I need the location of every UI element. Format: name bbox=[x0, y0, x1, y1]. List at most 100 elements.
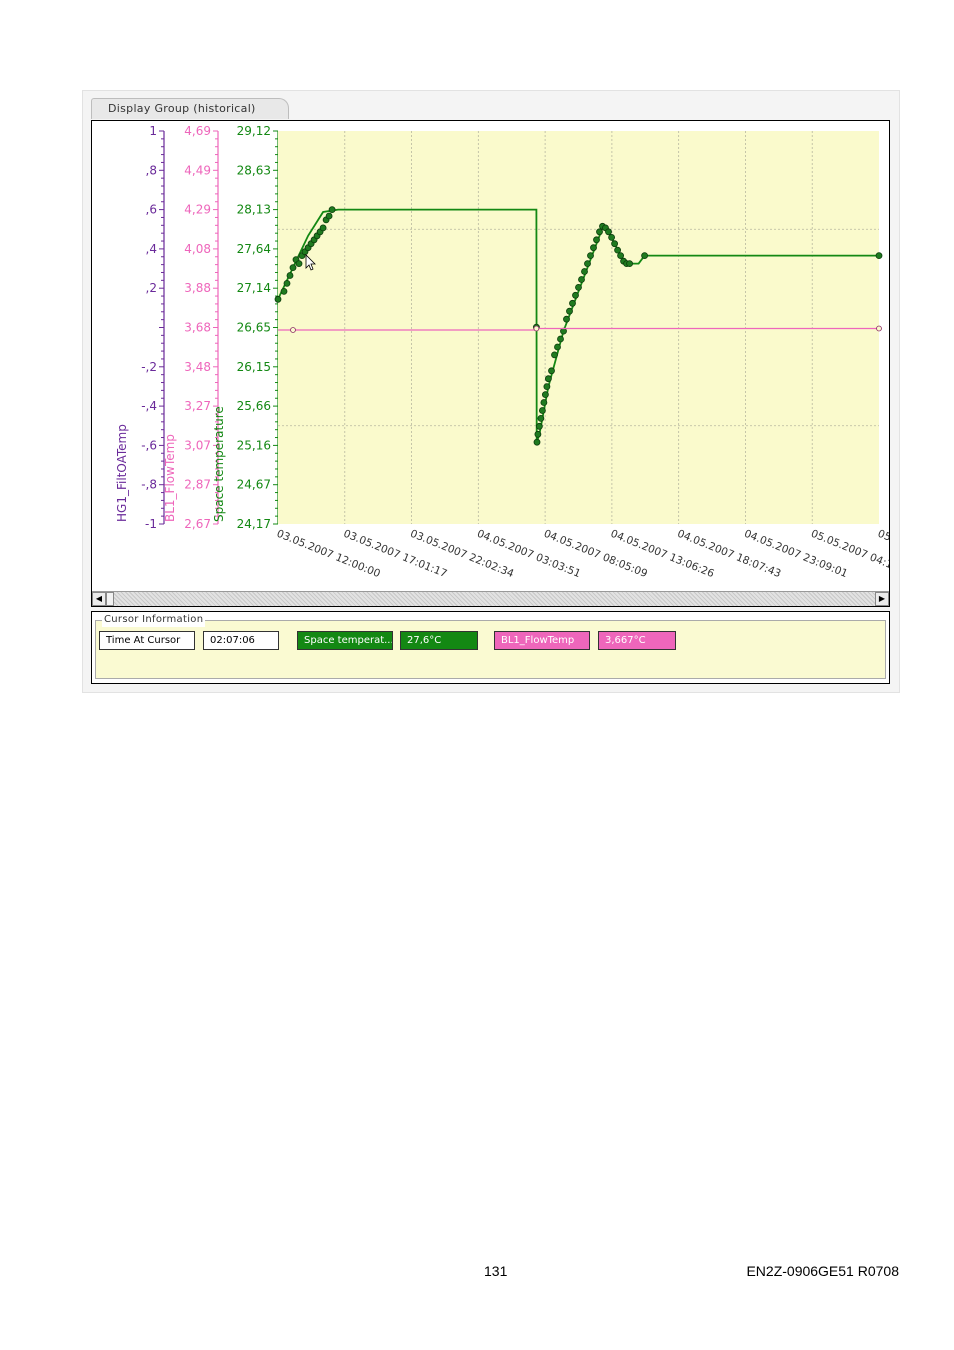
y-axis-tick-label: 1 bbox=[149, 124, 157, 138]
series1-value-box: 27,6°C bbox=[400, 631, 478, 650]
series-point bbox=[280, 287, 288, 295]
series-point bbox=[614, 246, 621, 254]
series-point bbox=[283, 279, 291, 287]
series-point bbox=[578, 276, 585, 283]
series-point bbox=[566, 307, 573, 315]
series-point bbox=[535, 422, 543, 430]
y-axis-label: Space temperature bbox=[212, 406, 226, 522]
y-axis-tick-label: ,8 bbox=[146, 163, 157, 177]
display-group-window: Display Group (historical) 1 ,8 ,6 ,4 ,2 -,2 -… bbox=[82, 90, 900, 693]
series-point bbox=[544, 375, 552, 383]
series-point bbox=[581, 268, 588, 275]
y-axis-tick-label: -,8 bbox=[141, 478, 157, 492]
series-point bbox=[554, 343, 561, 351]
page-number: 131 bbox=[484, 1263, 508, 1279]
series-point bbox=[875, 252, 883, 260]
series-point bbox=[538, 407, 546, 414]
series-point bbox=[533, 438, 541, 446]
series-point bbox=[876, 325, 882, 332]
series-point bbox=[533, 325, 540, 332]
series-point bbox=[551, 351, 558, 359]
scroll-right-button[interactable]: ▶ bbox=[875, 592, 889, 606]
tab-display-group[interactable]: Display Group (historical) bbox=[91, 98, 289, 119]
series-point bbox=[328, 206, 336, 213]
y-axis-label: BL1_FlowTemp bbox=[163, 434, 177, 522]
series-point bbox=[543, 383, 551, 391]
series-point bbox=[617, 252, 624, 260]
cursor-information-group: Cursor Information Time At Cursor 02:07:… bbox=[95, 613, 886, 679]
y-axis-tick-label: 2,87 bbox=[184, 478, 211, 492]
document-id: EN2Z-0906GE51 R0708 bbox=[746, 1263, 899, 1279]
series-point bbox=[572, 291, 579, 299]
series-point bbox=[605, 228, 612, 236]
y-axis-tick-label: 27,64 bbox=[237, 242, 271, 256]
series-point bbox=[274, 295, 282, 303]
series-point bbox=[290, 327, 296, 333]
y-axis-label: HG1_FiltOATemp bbox=[115, 424, 129, 522]
y-axis-tick-label: 29,12 bbox=[237, 124, 271, 138]
y-axis-tick-label: 2,67 bbox=[184, 517, 211, 531]
y-axis-tick-label: -,4 bbox=[141, 399, 157, 413]
cursor-information-panel: Cursor Information Time At Cursor 02:07:… bbox=[91, 611, 890, 684]
y-axis-tick-label: 25,16 bbox=[237, 438, 271, 452]
series-point bbox=[325, 212, 333, 220]
series1-name-box: Space temperat... bbox=[297, 631, 393, 650]
series-point bbox=[541, 391, 549, 399]
y-axis-tick-label: ,6 bbox=[146, 203, 157, 217]
series-point bbox=[563, 315, 570, 323]
series-point bbox=[537, 414, 545, 422]
series-point bbox=[590, 244, 597, 252]
series-point bbox=[557, 335, 564, 343]
horizontal-scrollbar[interactable]: ◀ ▶ bbox=[92, 591, 889, 606]
series-point bbox=[569, 299, 576, 307]
series-point bbox=[575, 283, 582, 291]
series-point bbox=[596, 228, 603, 236]
y-axis-tick-label: 25,66 bbox=[237, 399, 271, 413]
series-point bbox=[611, 240, 618, 248]
series2-name-box: BL1_FlowTemp bbox=[494, 631, 590, 650]
y-axes: 1 ,8 ,6 ,4 ,2 -,2 -,4 -,6 -,8 -1 HG1_FiltOATemp 4,6… bbox=[115, 124, 279, 531]
chart-panel: 1 ,8 ,6 ,4 ,2 -,2 -,4 -,6 -,8 -1 HG1_FiltOATemp 4,6… bbox=[91, 120, 890, 607]
series-point bbox=[626, 260, 633, 268]
y-axis-tick-label: 27,14 bbox=[237, 281, 271, 295]
y-axis-tick-label: 28,63 bbox=[237, 163, 271, 177]
y-axis-tick-label: ,4 bbox=[146, 242, 157, 256]
y-axis-tick-label: -1 bbox=[145, 517, 157, 531]
series-point bbox=[641, 252, 648, 260]
y-axis-tick-label: -,6 bbox=[141, 438, 157, 452]
scroll-left-button[interactable]: ◀ bbox=[92, 592, 106, 606]
series-point bbox=[286, 272, 294, 279]
y-axis-tick-label: 3,48 bbox=[184, 360, 211, 374]
scroll-thumb[interactable] bbox=[106, 592, 114, 606]
series-point bbox=[289, 264, 297, 272]
y-axis-tick-label: 4,29 bbox=[184, 203, 211, 217]
series2-value-box: 3,667°C bbox=[598, 631, 676, 650]
time-at-cursor-label: Time At Cursor bbox=[99, 631, 195, 650]
series-point bbox=[534, 430, 542, 438]
y-axis-tick-label: 4,49 bbox=[184, 163, 211, 177]
y-axis-tick-label: 24,67 bbox=[237, 478, 271, 492]
y-axis-tick-label: 3,88 bbox=[184, 281, 211, 295]
series-point bbox=[540, 399, 548, 406]
plot-area[interactable] bbox=[278, 131, 879, 524]
y-axis-tick-label: 4,69 bbox=[184, 124, 211, 138]
series-point bbox=[548, 367, 555, 375]
y-axis-tick-label: -,2 bbox=[141, 360, 157, 374]
y-axis-tick-label: 3,68 bbox=[184, 321, 211, 335]
y-axis-tick-label: 26,65 bbox=[237, 321, 271, 335]
series-point bbox=[319, 224, 327, 232]
trend-chart[interactable]: 1 ,8 ,6 ,4 ,2 -,2 -,4 -,6 -,8 -1 HG1_FiltOATemp 4,6… bbox=[92, 121, 889, 591]
y-axis-tick-label: 24,17 bbox=[237, 517, 271, 531]
series-point bbox=[608, 234, 615, 241]
y-axis-tick-label: 3,07 bbox=[184, 438, 211, 452]
y-axis-tick-label: 26,15 bbox=[237, 360, 271, 374]
series-point bbox=[593, 236, 600, 244]
y-axis-tick-label: 3,27 bbox=[184, 399, 211, 413]
y-axis-tick-label: 28,13 bbox=[237, 203, 271, 217]
y-axis-tick-label: 4,08 bbox=[184, 242, 211, 256]
cursor-information-title: Cursor Information bbox=[102, 613, 206, 627]
y-axis-tick-label: ,2 bbox=[146, 281, 157, 295]
time-at-cursor-value: 02:07:06 bbox=[203, 631, 279, 650]
series-point bbox=[584, 260, 591, 268]
x-axis-labels: 03.05.2007 12:00:0003.05.2007 17:01:1703… bbox=[275, 528, 889, 581]
